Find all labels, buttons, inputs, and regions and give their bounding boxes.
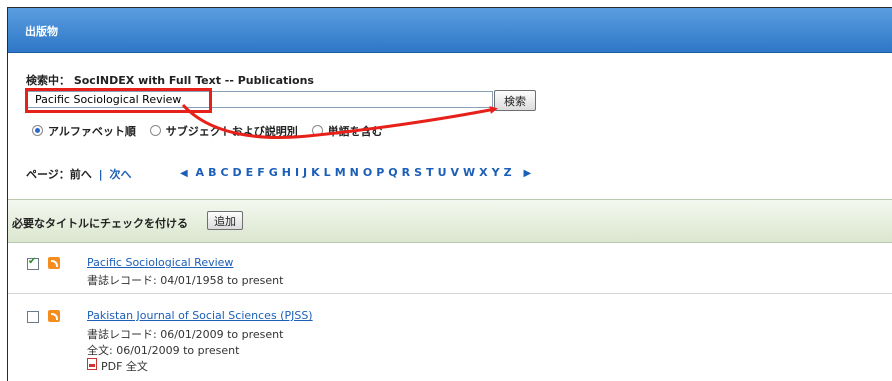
pager-prev: 前へ bbox=[69, 168, 92, 181]
result-checkbox[interactable] bbox=[27, 311, 39, 323]
bibliographic-record: 書誌レコード: 06/01/2009 to present bbox=[87, 328, 284, 341]
pager: ページ：前へ | 次へ bbox=[26, 166, 132, 182]
letter-link-w[interactable]: W bbox=[463, 166, 475, 179]
letter-link-m[interactable]: M bbox=[335, 166, 346, 179]
pager-separator: | bbox=[98, 168, 103, 181]
radio-label: 単語を含む bbox=[327, 125, 383, 138]
sort-options: アルファベット順 サブジェクトおよび説明別 単語を含む bbox=[32, 123, 393, 139]
letter-link-c[interactable]: C bbox=[220, 166, 228, 179]
search-input[interactable] bbox=[26, 91, 493, 108]
next-letter-arrow-icon[interactable]: ▶ bbox=[523, 168, 531, 179]
pdf-icon[interactable] bbox=[87, 358, 97, 370]
result-checkbox[interactable] bbox=[27, 256, 39, 270]
radio-subject[interactable]: サブジェクトおよび説明別 bbox=[149, 125, 298, 138]
letter-link-l[interactable]: L bbox=[324, 166, 331, 179]
letter-link-s[interactable]: S bbox=[414, 166, 422, 179]
prev-letter-arrow-icon[interactable]: ◀ bbox=[180, 168, 188, 179]
bibliographic-record: 書誌レコード: 04/01/1958 to present bbox=[87, 274, 284, 287]
letter-link-t[interactable]: T bbox=[426, 166, 434, 179]
letter-link-e[interactable]: E bbox=[246, 166, 254, 179]
panel-header: 出版物 bbox=[8, 8, 892, 53]
letter-link-j[interactable]: J bbox=[303, 166, 307, 179]
alphabet-nav: ◀ ABCDEFGHIJKLMNOPQRSTUVWXYZ ▶ bbox=[180, 166, 535, 179]
letter-links: ABCDEFGHIJKLMNOPQRSTUVWXYZ bbox=[196, 166, 516, 179]
letter-link-n[interactable]: N bbox=[350, 166, 359, 179]
radio-label: アルファベット順 bbox=[48, 125, 136, 138]
panel-title: 出版物 bbox=[25, 25, 58, 38]
pdf-fulltext-link[interactable]: PDF 全文 bbox=[101, 358, 148, 374]
letter-link-x[interactable]: X bbox=[479, 166, 487, 179]
letter-link-y[interactable]: Y bbox=[492, 166, 500, 179]
letter-link-f[interactable]: F bbox=[257, 166, 265, 179]
letter-link-k[interactable]: K bbox=[311, 166, 320, 179]
letter-link-i[interactable]: I bbox=[295, 166, 299, 179]
selection-bar: 必要なタイトルにチェックを付ける bbox=[8, 199, 892, 243]
pager-label: ページ： bbox=[26, 168, 70, 181]
letter-link-h[interactable]: H bbox=[282, 166, 291, 179]
radio-contains-word[interactable]: 単語を含む bbox=[311, 125, 383, 138]
search-button[interactable]: 検索 bbox=[494, 90, 536, 111]
letter-link-u[interactable]: U bbox=[438, 166, 447, 179]
add-button[interactable]: 追加 bbox=[207, 211, 243, 230]
letter-link-b[interactable]: B bbox=[208, 166, 216, 179]
radio-label: サブジェクトおよび説明別 bbox=[165, 125, 298, 138]
letter-link-d[interactable]: D bbox=[233, 166, 242, 179]
result-title-link[interactable]: Pakistan Journal of Social Sciences (PJS… bbox=[87, 309, 313, 322]
result-item: Pacific Sociological Review 書誌レコード: 04/0… bbox=[8, 248, 892, 294]
fulltext-coverage: 全文: 06/01/2009 to present bbox=[87, 344, 240, 357]
result-item: Pakistan Journal of Social Sciences (PJS… bbox=[8, 300, 892, 381]
radio-dot[interactable] bbox=[32, 125, 43, 136]
radio-alphabetical[interactable]: アルファベット順 bbox=[32, 125, 136, 138]
publications-panel: 出版物 検索中： SocINDEX with Full Text -- Publ… bbox=[7, 7, 892, 381]
letter-link-q[interactable]: Q bbox=[388, 166, 397, 179]
letter-link-o[interactable]: O bbox=[363, 166, 372, 179]
letter-link-a[interactable]: A bbox=[196, 166, 205, 179]
rss-icon[interactable] bbox=[48, 310, 60, 322]
radio-dot[interactable] bbox=[149, 125, 161, 136]
rss-icon[interactable] bbox=[48, 257, 60, 269]
letter-link-z[interactable]: Z bbox=[504, 166, 512, 179]
search-scope-label: 検索中： SocINDEX with Full Text -- Publicat… bbox=[26, 74, 314, 87]
letter-link-p[interactable]: P bbox=[376, 166, 384, 179]
pager-next-link[interactable]: 次へ bbox=[110, 168, 132, 181]
letter-link-r[interactable]: R bbox=[402, 166, 410, 179]
letter-link-g[interactable]: G bbox=[269, 166, 278, 179]
result-title-link[interactable]: Pacific Sociological Review bbox=[87, 256, 233, 269]
check-titles-label: 必要なタイトルにチェックを付ける bbox=[12, 217, 188, 230]
radio-dot[interactable] bbox=[311, 125, 323, 136]
letter-link-v[interactable]: V bbox=[451, 166, 460, 179]
